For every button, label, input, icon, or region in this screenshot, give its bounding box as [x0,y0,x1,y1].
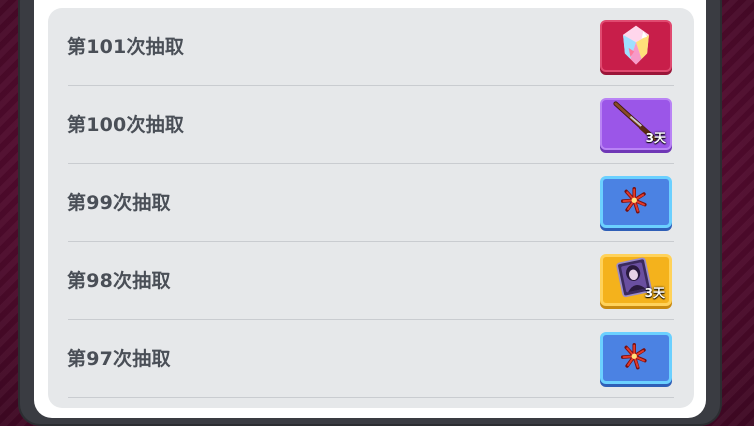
draw-label: 第97次抽取 [67,348,171,370]
draw-row: 第98次抽取 3天 [48,242,694,320]
firework-icon [620,342,647,370]
draw-row: 第99次抽取 [48,164,694,242]
draw-label: 第100次抽取 [67,114,185,136]
draw-label: 第98次抽取 [67,270,171,292]
draw-history-list[interactable]: 第101次抽取 第100次抽取 3天 第99次抽取 第98次抽取 3天 第97次… [48,8,694,408]
duration-badge: 3天 [645,131,666,145]
reward-item[interactable] [600,176,672,228]
reward-item[interactable] [600,20,672,72]
row-divider [68,397,674,398]
draw-label: 第99次抽取 [67,192,171,214]
firework-icon [620,186,647,214]
reward-item[interactable]: 3天 [600,254,672,306]
duration-badge: 3天 [644,286,665,300]
reward-item[interactable] [600,332,672,384]
draw-label: 第101次抽取 [67,36,185,58]
reward-item[interactable]: 3天 [600,98,672,150]
draw-row: 第97次抽取 [48,320,694,398]
draw-row: 第100次抽取 3天 [48,86,694,164]
crystal-icon [623,25,649,65]
draw-row: 第101次抽取 [48,8,694,86]
